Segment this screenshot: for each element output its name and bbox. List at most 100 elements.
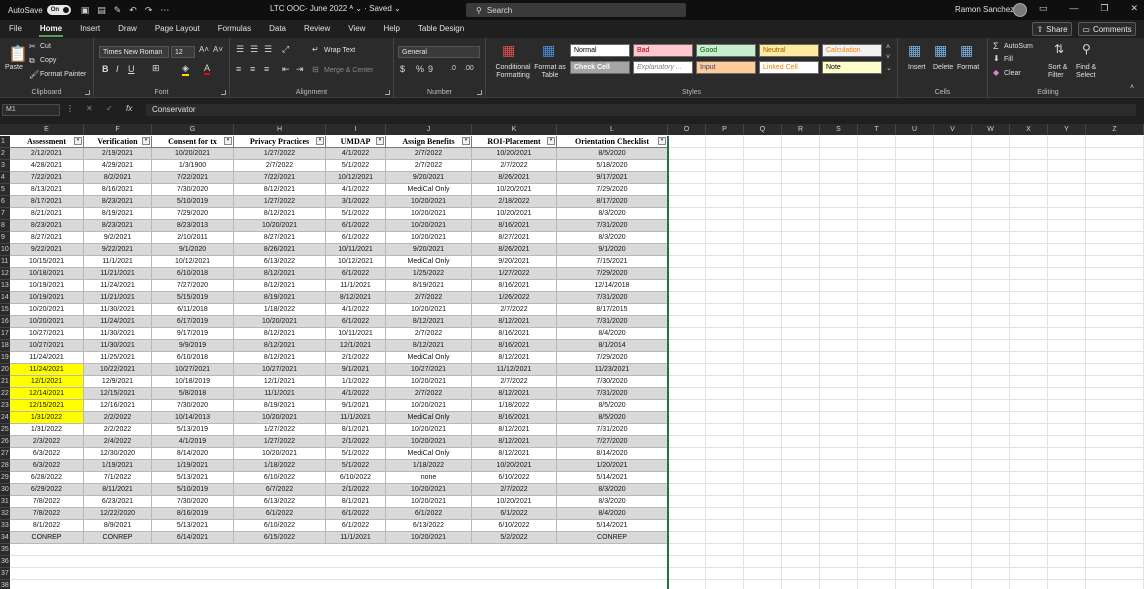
table-cell[interactable]: 7/29/2020 [557,268,668,280]
font-color-icon[interactable]: A [204,63,211,75]
table-cell[interactable]: 8/26/2021 [472,172,557,184]
table-cell[interactable]: 7/29/2020 [152,208,234,220]
column-header-f[interactable]: F [84,124,152,135]
user-name[interactable]: Ramon Sanchez [955,5,1014,14]
table-cell[interactable]: 5/1/2022 [326,160,386,172]
table-cell[interactable]: 6/11/2018 [152,304,234,316]
row-header[interactable]: 22 [0,388,10,400]
row-header[interactable]: 5 [0,184,10,196]
table-cell[interactable]: 8/4/2020 [557,328,668,340]
table-cell[interactable]: 6/10/2018 [152,352,234,364]
table-cell[interactable]: 8/21/2021 [10,208,84,220]
table-cell[interactable]: 8/14/2020 [152,448,234,460]
table-cell[interactable]: 4/29/2021 [84,160,152,172]
fill-icon[interactable]: ⬇ [993,54,1000,63]
clear-button[interactable]: Clear [1004,70,1021,77]
table-cell[interactable]: 8/12/2021 [234,184,326,196]
row-header[interactable]: 32 [0,508,10,520]
row-header[interactable]: 24 [0,412,10,424]
table-cell[interactable]: 2/3/2022 [10,436,84,448]
table-cell[interactable]: 11/12/2021 [472,364,557,376]
table-cell[interactable]: 2/7/2022 [472,376,557,388]
table-cell[interactable]: 10/20/2021 [472,184,557,196]
style-note[interactable]: Note [822,61,882,74]
table-cell[interactable]: 9/2/2021 [84,232,152,244]
restore-icon[interactable]: ❐ [1100,3,1108,14]
row-header[interactable]: 35 [0,544,10,556]
table-cell[interactable]: 7/15/2021 [557,256,668,268]
number-launcher-icon[interactable] [477,90,482,95]
table-cell[interactable]: 8/27/2021 [234,232,326,244]
decrease-decimal-icon[interactable]: .00 [464,65,474,72]
filter-dropdown-icon[interactable]: ▾ [74,137,82,145]
table-cell[interactable]: 1/19/2021 [84,460,152,472]
name-box[interactable]: M1 [2,104,60,116]
table-cell[interactable]: 12/14/2021 [10,388,84,400]
scissors-icon[interactable]: ✂ [29,42,36,51]
table-cell[interactable]: 8/16/2021 [472,280,557,292]
close-icon[interactable]: ✕ [1130,3,1138,14]
row-header[interactable]: 33 [0,520,10,532]
paste-button[interactable]: Paste [5,64,23,71]
table-cell[interactable]: 6/13/2022 [234,256,326,268]
table-cell[interactable]: 2/12/2021 [10,148,84,160]
copy-button[interactable]: Copy [40,57,56,64]
bold-icon[interactable]: B [102,64,109,74]
align-top-icon[interactable]: ☰ [236,44,244,55]
column-header-o[interactable]: O [668,124,706,135]
table-cell[interactable]: 8/3/2020 [557,484,668,496]
increase-font-icon[interactable]: A˄ [199,45,209,54]
delete-cells-icon[interactable]: ▦ [934,42,947,59]
filter-dropdown-icon[interactable]: ▾ [142,137,150,145]
table-cell[interactable]: 8/3/2020 [557,496,668,508]
italic-icon[interactable]: I [116,64,119,74]
column-header-j[interactable]: J [386,124,472,135]
table-cell[interactable]: 8/16/2021 [84,184,152,196]
table-cell[interactable]: 2/1/2022 [326,484,386,496]
table-cell[interactable]: 5/13/2021 [152,472,234,484]
merge-center-button[interactable]: Merge & Center [324,67,373,74]
table-cell[interactable]: 2/2/2022 [84,424,152,436]
table-cell[interactable]: 10/19/2021 [10,280,84,292]
tab-view[interactable]: View [339,20,374,38]
format-cells-icon[interactable]: ▦ [960,42,973,59]
autosum-icon[interactable]: Σ [993,41,999,51]
column-header-z[interactable]: Z [1086,124,1144,135]
table-cell[interactable]: 10/11/2021 [326,244,386,256]
table-header-cell[interactable]: Verification ▾ [84,136,152,148]
table-cell[interactable]: 11/24/2021 [10,364,84,376]
font-size-select[interactable]: 12 [171,46,195,58]
decrease-font-icon[interactable]: A˅ [213,45,223,54]
table-cell[interactable]: 8/11/2021 [84,484,152,496]
table-cell[interactable]: 2/4/2022 [84,436,152,448]
column-header-q[interactable]: Q [744,124,782,135]
table-cell[interactable]: 6/1/2022 [326,232,386,244]
align-bottom-icon[interactable]: ☰ [264,44,272,55]
row-header[interactable]: 30 [0,484,10,496]
row-header[interactable]: 37 [0,568,10,580]
table-cell[interactable]: 10/27/2021 [234,364,326,376]
table-cell[interactable]: 8/3/2020 [557,232,668,244]
percent-icon[interactable]: % [416,64,424,74]
row-header[interactable]: 31 [0,496,10,508]
table-cell[interactable]: 10/20/2021 [386,400,472,412]
table-cell[interactable]: 5/1/2022 [326,460,386,472]
tab-page-layout[interactable]: Page Layout [146,20,209,38]
table-cell[interactable]: 1/27/2022 [234,424,326,436]
table-cell[interactable]: 8/2/2021 [84,172,152,184]
cut-button[interactable]: Cut [40,43,51,50]
table-cell[interactable]: 7/27/2020 [557,436,668,448]
table-cell[interactable]: 10/12/2021 [326,172,386,184]
tab-help[interactable]: Help [374,20,408,38]
styles-scroll-down-icon[interactable]: ˅ [886,54,890,61]
table-cell[interactable]: 10/27/2021 [10,340,84,352]
table-cell[interactable]: 6/1/2022 [326,520,386,532]
table-cell[interactable]: 10/22/2021 [84,364,152,376]
table-cell[interactable]: 10/20/2021 [386,220,472,232]
sort-filter-button[interactable]: Sort & Filter [1048,64,1072,80]
table-cell[interactable]: 10/12/2021 [152,256,234,268]
row-header[interactable]: 27 [0,448,10,460]
table-cell[interactable]: 10/20/2021 [234,448,326,460]
more-options-icon[interactable]: ⋮ [66,104,74,113]
table-cell[interactable]: 7/31/2020 [557,316,668,328]
